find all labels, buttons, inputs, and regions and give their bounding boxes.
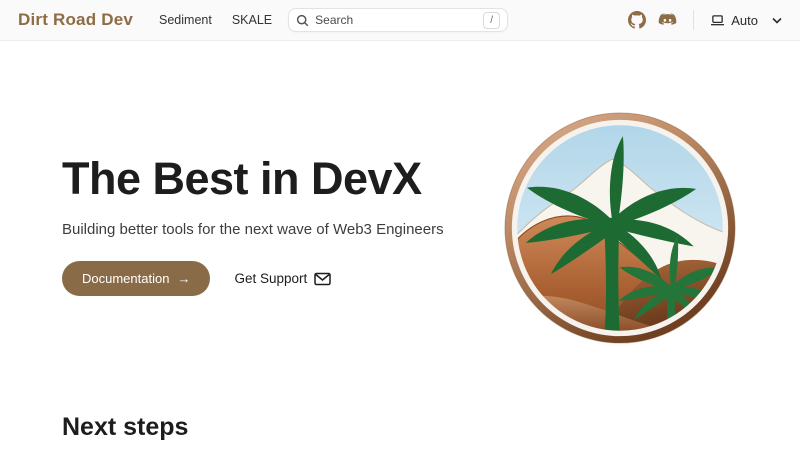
documentation-button[interactable]: Documentation → — [62, 261, 210, 296]
theme-switcher[interactable]: Auto — [710, 13, 782, 28]
get-support-label: Get Support — [234, 271, 307, 286]
github-icon[interactable] — [628, 11, 646, 29]
search-box[interactable]: / — [288, 8, 508, 32]
hero-subtitle: Building better tools for the next wave … — [62, 221, 444, 238]
arrow-right-icon: → — [177, 271, 190, 286]
navbar-divider — [693, 10, 694, 30]
nav-links: Sediment SKALE — [159, 13, 272, 27]
chevron-down-icon — [772, 17, 782, 24]
documentation-button-label: Documentation — [82, 271, 169, 286]
page: Dirt Road Dev Sediment SKALE / — [0, 0, 800, 450]
hero-logo-badge — [502, 110, 738, 346]
next-steps-heading: Next steps — [62, 413, 188, 442]
envelope-icon — [314, 272, 331, 286]
badge-scene — [502, 110, 738, 346]
navbar-right: Auto — [628, 10, 782, 30]
nav-link-skale[interactable]: SKALE — [232, 13, 272, 27]
laptop-icon — [710, 14, 725, 27]
discord-icon[interactable] — [658, 13, 677, 28]
hero-actions: Documentation → Get Support — [62, 261, 331, 296]
get-support-link[interactable]: Get Support — [234, 271, 331, 286]
search-shortcut-kbd: / — [483, 12, 500, 29]
search-input[interactable] — [315, 13, 483, 27]
search-icon — [296, 14, 309, 27]
hero-title: The Best in DevX — [62, 153, 422, 205]
brand-logo[interactable]: Dirt Road Dev — [18, 10, 133, 30]
navbar: Dirt Road Dev Sediment SKALE / — [0, 0, 800, 41]
nav-link-sediment[interactable]: Sediment — [159, 13, 212, 27]
theme-label: Auto — [731, 13, 758, 28]
